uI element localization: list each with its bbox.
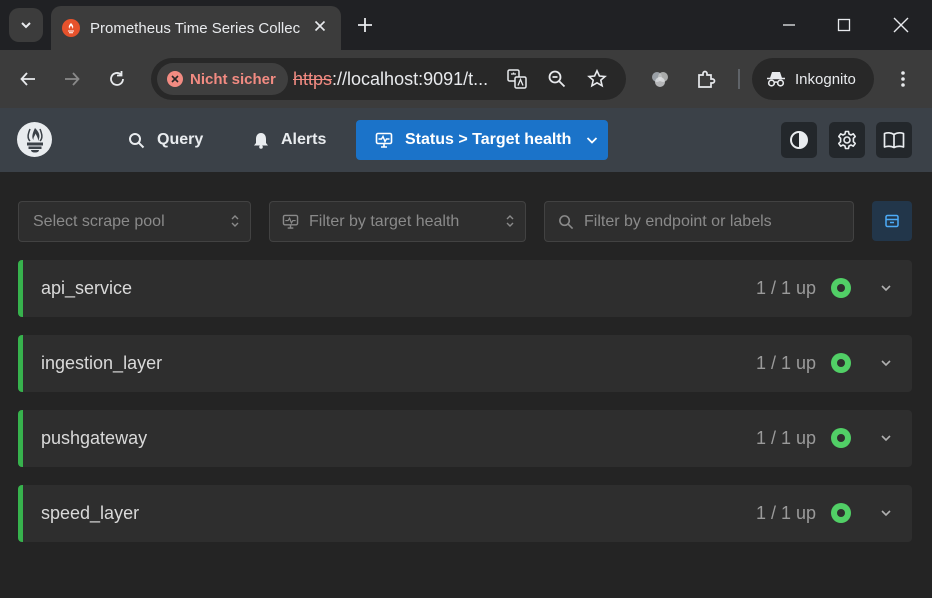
url-rest: ://localhost:9091/t... <box>332 69 488 89</box>
address-bar[interactable]: Nicht sicher https://localhost:9091/t... <box>151 58 626 100</box>
incognito-icon <box>767 72 785 87</box>
chevron-down-icon[interactable] <box>878 280 894 296</box>
extension-puzzle-group-icon[interactable] <box>647 66 673 92</box>
new-tab-button[interactable] <box>354 14 376 36</box>
browser-toolbar: Nicht sicher https://localhost:9091/t...… <box>0 50 932 108</box>
search-icon <box>129 132 145 148</box>
close-icon <box>893 17 909 33</box>
security-chip[interactable]: Nicht sicher <box>157 63 288 95</box>
target-health-placeholder: Filter by target health <box>309 212 460 230</box>
plus-icon <box>358 18 372 32</box>
tab-search-button[interactable] <box>9 8 43 42</box>
arrow-right-icon <box>65 72 80 86</box>
nav-status-label: Status > Target health <box>405 131 572 148</box>
zoom-icon[interactable] <box>545 67 569 91</box>
toolbar-separator <box>738 69 740 89</box>
chevron-down-icon <box>587 137 598 144</box>
docs-button[interactable] <box>876 122 912 158</box>
chevron-updown-icon <box>506 215 514 227</box>
health-up-icon <box>831 503 851 523</box>
gear-icon <box>838 130 856 150</box>
minimize-icon <box>783 24 795 26</box>
target-health-select[interactable]: Filter by target health <box>269 201 526 242</box>
maximize-icon <box>837 18 851 32</box>
prometheus-favicon-icon <box>62 19 80 37</box>
nav-query-label: Query <box>157 131 204 148</box>
theme-toggle-button[interactable] <box>781 122 817 158</box>
bell-icon <box>254 132 268 149</box>
contrast-icon <box>790 131 808 149</box>
scrape-pool-up-count: 1 / 1 up <box>755 428 816 448</box>
nav-alerts-label: Alerts <box>281 131 327 148</box>
security-label: Nicht sicher <box>190 70 276 88</box>
book-icon <box>883 131 905 149</box>
prometheus-flame-icon <box>26 127 43 152</box>
extensions-puzzle-icon[interactable] <box>693 66 719 92</box>
scrape-pool-item[interactable]: speed_layer 1 / 1 up <box>18 485 912 542</box>
prometheus-navbar: Query Alerts Status > Target health <box>0 108 932 172</box>
forward-button[interactable] <box>59 66 85 92</box>
scrape-pool-up-count: 1 / 1 up <box>755 353 816 373</box>
collapse-all-button[interactable] <box>872 201 912 241</box>
scrape-pool-name: ingestion_layer <box>41 353 163 373</box>
close-window-button[interactable] <box>886 10 916 40</box>
minimize-button[interactable] <box>774 10 804 40</box>
scrape-pool-up-count: 1 / 1 up <box>755 503 816 523</box>
chevron-down-icon[interactable] <box>878 505 894 521</box>
scrape-pool-select[interactable]: Select scrape pool <box>18 201 251 242</box>
scrape-pool-item[interactable]: pushgateway 1 / 1 up <box>18 410 912 467</box>
arrow-left-icon <box>20 72 35 86</box>
translate-icon[interactable] <box>505 67 529 91</box>
settings-button[interactable] <box>829 122 865 158</box>
browser-tab-strip: Prometheus Time Series Collect <box>0 0 932 50</box>
scrape-pool-name: api_service <box>41 278 133 298</box>
nav-query-link[interactable]: Query <box>128 120 203 160</box>
scrape-pool-item[interactable]: ingestion_layer 1 / 1 up <box>18 335 912 392</box>
chevron-down-icon[interactable] <box>878 430 894 446</box>
monitor-heartbeat-icon <box>375 132 393 148</box>
reload-icon <box>110 71 124 86</box>
search-icon <box>559 214 574 229</box>
browser-menu-button[interactable] <box>890 66 916 92</box>
reload-button[interactable] <box>104 66 130 92</box>
chevron-updown-icon <box>231 215 239 227</box>
maximize-button[interactable] <box>829 10 859 40</box>
nav-status-dropdown[interactable]: Status > Target health <box>356 120 608 160</box>
bookmark-star-icon[interactable] <box>585 67 609 91</box>
scrape-pool-name: pushgateway <box>41 428 148 448</box>
warning-icon <box>167 71 183 87</box>
scrape-pool-up-count: 1 / 1 up <box>755 278 816 298</box>
health-up-icon <box>831 353 851 373</box>
browser-tab[interactable]: Prometheus Time Series Collect <box>51 6 341 50</box>
back-button[interactable] <box>15 66 41 92</box>
url-text[interactable]: https://localhost:9091/t... <box>293 69 488 90</box>
prometheus-logo[interactable] <box>17 122 52 157</box>
scrape-pool-item[interactable]: api_service 1 / 1 up <box>18 260 912 317</box>
archive-icon <box>885 214 899 228</box>
scrape-pool-name: speed_layer <box>41 503 140 523</box>
health-up-icon <box>831 428 851 448</box>
tab-close-icon[interactable] <box>311 17 329 35</box>
endpoint-labels-filter-input[interactable]: Filter by endpoint or labels <box>544 201 854 242</box>
nav-alerts-link[interactable]: Alerts <box>253 120 326 160</box>
health-up-icon <box>831 278 851 298</box>
url-scheme: https <box>293 69 333 89</box>
tab-title: Prometheus Time Series Collect <box>90 19 300 37</box>
endpoint-labels-placeholder: Filter by endpoint or labels <box>584 212 772 230</box>
scrape-pool-placeholder: Select scrape pool <box>33 212 165 230</box>
incognito-chip[interactable]: Inkognito <box>752 58 874 100</box>
chevron-down-icon <box>21 22 31 29</box>
chevron-down-icon[interactable] <box>878 355 894 371</box>
more-vertical-icon <box>901 71 905 87</box>
incognito-label: Inkognito <box>795 70 856 88</box>
monitor-heartbeat-icon <box>282 214 299 229</box>
